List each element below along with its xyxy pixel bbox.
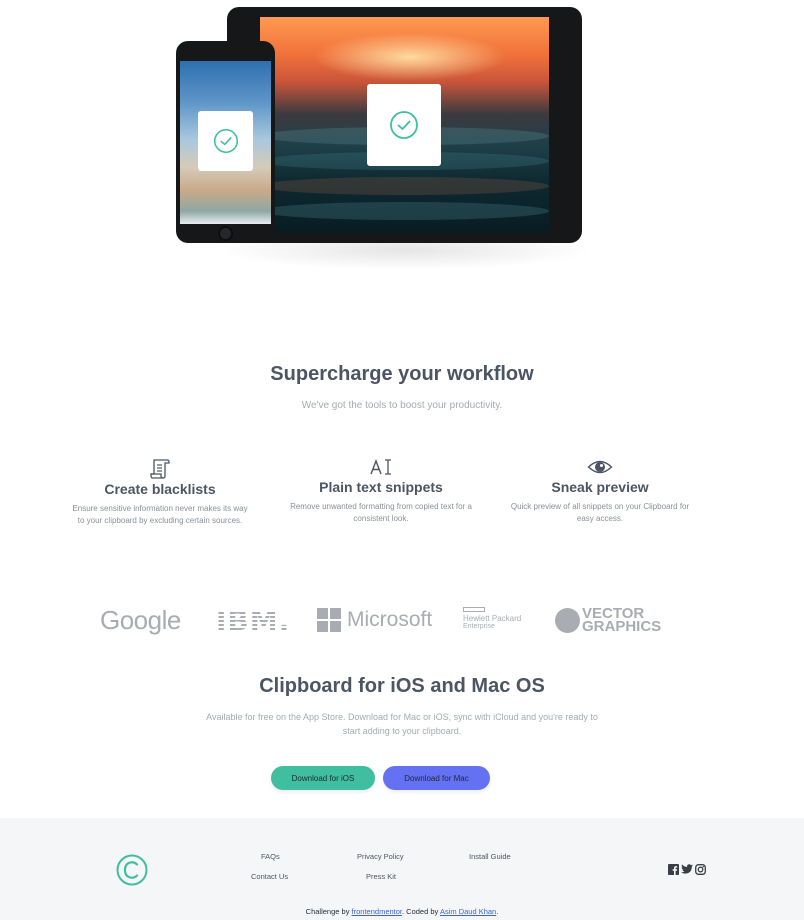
hpe-rectangle-icon bbox=[463, 607, 485, 612]
download-description: Available for free on the App Store. Dow… bbox=[206, 712, 598, 736]
download-ios-button[interactable]: Download for iOS bbox=[271, 766, 375, 790]
clipboard-logo-icon[interactable] bbox=[116, 854, 148, 886]
microsoft-squares-icon bbox=[317, 608, 341, 632]
feature-plain-text-snippets: Plain text snippets Remove unwanted form… bbox=[281, 456, 481, 525]
feature-title: Sneak preview bbox=[551, 479, 649, 495]
twitter-icon[interactable] bbox=[681, 862, 693, 880]
phone-device bbox=[176, 41, 275, 243]
microsoft-wordmark: Microsoft bbox=[347, 608, 433, 631]
attribution-prefix: Challenge by bbox=[305, 907, 352, 916]
workflow-title: Supercharge your workflow bbox=[270, 363, 534, 385]
workflow-subtitle: We've got the tools to boost your produc… bbox=[301, 400, 503, 411]
footer-link-faqs[interactable]: FAQs bbox=[261, 852, 280, 861]
partner-logos: Google IBM. Microsoft Hewlett Packard En… bbox=[0, 600, 804, 640]
vector-circle-icon bbox=[555, 607, 580, 633]
instagram-icon[interactable] bbox=[695, 862, 706, 880]
feature-sneak-preview: Sneak preview Quick preview of all snipp… bbox=[500, 456, 700, 525]
text-cursor-icon bbox=[370, 459, 391, 475]
footer-attribution: Challenge by frontendmentor. Coded by As… bbox=[0, 907, 804, 916]
vector-line-2: GRAPHICS bbox=[582, 618, 662, 635]
check-circle-icon bbox=[213, 128, 238, 154]
blacklist-scroll-icon bbox=[150, 459, 170, 479]
check-circle-icon bbox=[390, 111, 418, 139]
attribution-middle: . Coded by bbox=[402, 907, 440, 916]
social-links bbox=[668, 862, 708, 880]
vector-graphics-logo: VECTOR GRAPHICS bbox=[555, 606, 662, 635]
feature-description: Remove unwanted formatting from copied t… bbox=[290, 502, 472, 523]
hpe-line-1: Hewlett Packard bbox=[463, 614, 522, 623]
google-logo: Google bbox=[100, 605, 181, 635]
footer-link-contact[interactable]: Contact Us bbox=[251, 872, 288, 881]
tablet-check-card bbox=[367, 84, 441, 166]
footer: FAQs Contact Us Privacy Policy Press Kit… bbox=[0, 818, 804, 920]
feature-create-blacklists: Create blacklists Ensure sensitive infor… bbox=[60, 458, 260, 527]
feature-title: Create blacklists bbox=[104, 481, 216, 497]
footer-link-press[interactable]: Press Kit bbox=[366, 872, 396, 881]
attribution-suffix: . bbox=[496, 907, 499, 916]
author-link[interactable]: Asim Daud Khan bbox=[440, 907, 496, 916]
phone-check-card bbox=[198, 111, 253, 171]
ibm-logo: IBM. bbox=[216, 604, 291, 637]
hero-devices-illustration bbox=[0, 0, 804, 300]
microsoft-logo: Microsoft bbox=[317, 608, 432, 632]
feature-description: Quick preview of all snippets on your Cl… bbox=[510, 502, 690, 523]
download-title: Clipboard for iOS and Mac OS bbox=[259, 675, 545, 697]
eye-icon bbox=[587, 460, 613, 474]
feature-description: Ensure sensitive information never makes… bbox=[72, 504, 248, 525]
tablet-device bbox=[227, 7, 582, 243]
footer-link-install[interactable]: Install Guide bbox=[469, 852, 511, 861]
hpe-line-2: Enterprise bbox=[463, 623, 495, 630]
feature-title: Plain text snippets bbox=[319, 479, 443, 495]
frontendmentor-link[interactable]: frontendmentor bbox=[352, 907, 402, 916]
phone-home-button bbox=[218, 226, 233, 241]
facebook-icon[interactable] bbox=[668, 862, 679, 880]
download-mac-button[interactable]: Download for Mac bbox=[383, 766, 490, 790]
footer-link-privacy[interactable]: Privacy Policy bbox=[357, 852, 404, 861]
hewlett-packard-enterprise-logo: Hewlett Packard Enterprise bbox=[463, 607, 521, 631]
